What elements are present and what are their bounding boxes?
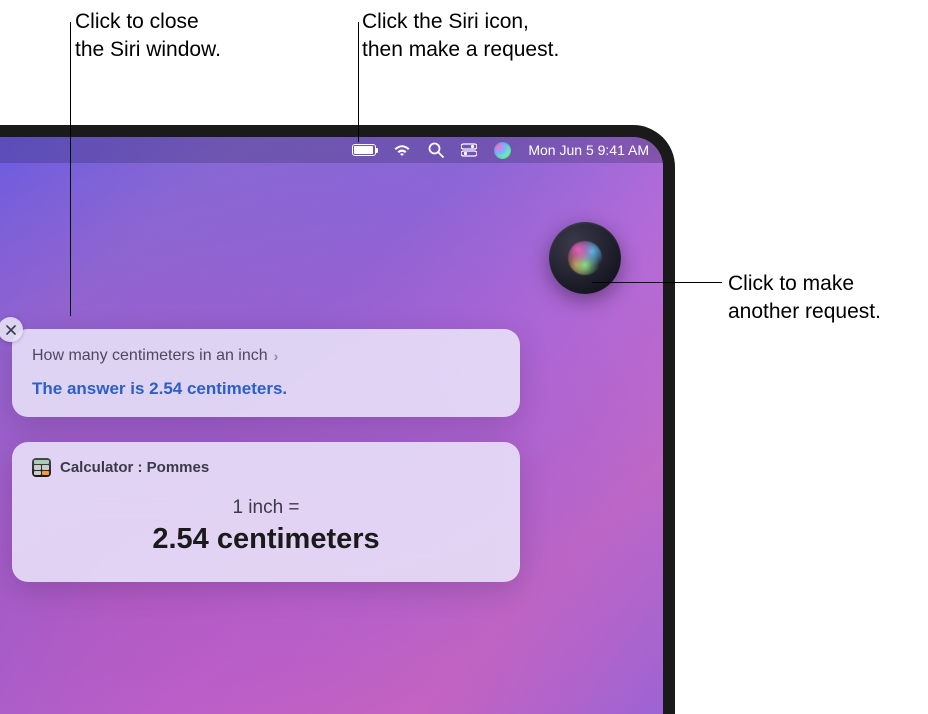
menubar: Mon Jun 5 9:41 AM <box>0 137 663 163</box>
chevron-right-icon: › <box>274 348 279 364</box>
callout-line <box>358 22 359 142</box>
siri-orb-button[interactable] <box>549 222 621 294</box>
calculator-app-icon <box>32 458 51 477</box>
siri-menubar-icon[interactable] <box>494 137 511 163</box>
menubar-datetime[interactable]: Mon Jun 5 9:41 AM <box>528 137 649 163</box>
siri-icon <box>568 241 602 275</box>
siri-query-row[interactable]: How many centimeters in an inch › <box>32 347 500 365</box>
siri-query-text: How many centimeters in an inch <box>32 347 268 365</box>
calculator-header: Calculator : Pommes <box>32 458 500 477</box>
callout-siri-orb-label: Click to make another request. <box>728 270 881 327</box>
callout-line <box>592 282 722 283</box>
siri-answer-text: The answer is 2.54 centimeters. <box>32 379 500 399</box>
callout-line <box>70 22 71 316</box>
battery-status-icon[interactable] <box>352 137 376 163</box>
calculator-equation: 1 inch = <box>32 497 500 519</box>
calculator-title: Calculator : Pommes <box>60 459 209 476</box>
close-icon <box>6 325 16 335</box>
wifi-icon[interactable] <box>393 137 411 163</box>
control-center-icon[interactable] <box>461 137 477 163</box>
spotlight-search-icon[interactable] <box>428 137 444 163</box>
macbook-screen: Mon Jun 5 9:41 AM How many centimeters i… <box>0 125 675 714</box>
siri-answer-card: How many centimeters in an inch › The an… <box>12 329 520 417</box>
callout-siri-menu-label: Click the Siri icon, then make a request… <box>362 8 559 65</box>
callout-close-label: Click to close the Siri window. <box>75 8 221 65</box>
calculator-result: 2.54 centimeters <box>32 523 500 556</box>
calculator-result-card: Calculator : Pommes 1 inch = 2.54 centim… <box>12 442 520 582</box>
desktop-wallpaper <box>0 137 663 714</box>
